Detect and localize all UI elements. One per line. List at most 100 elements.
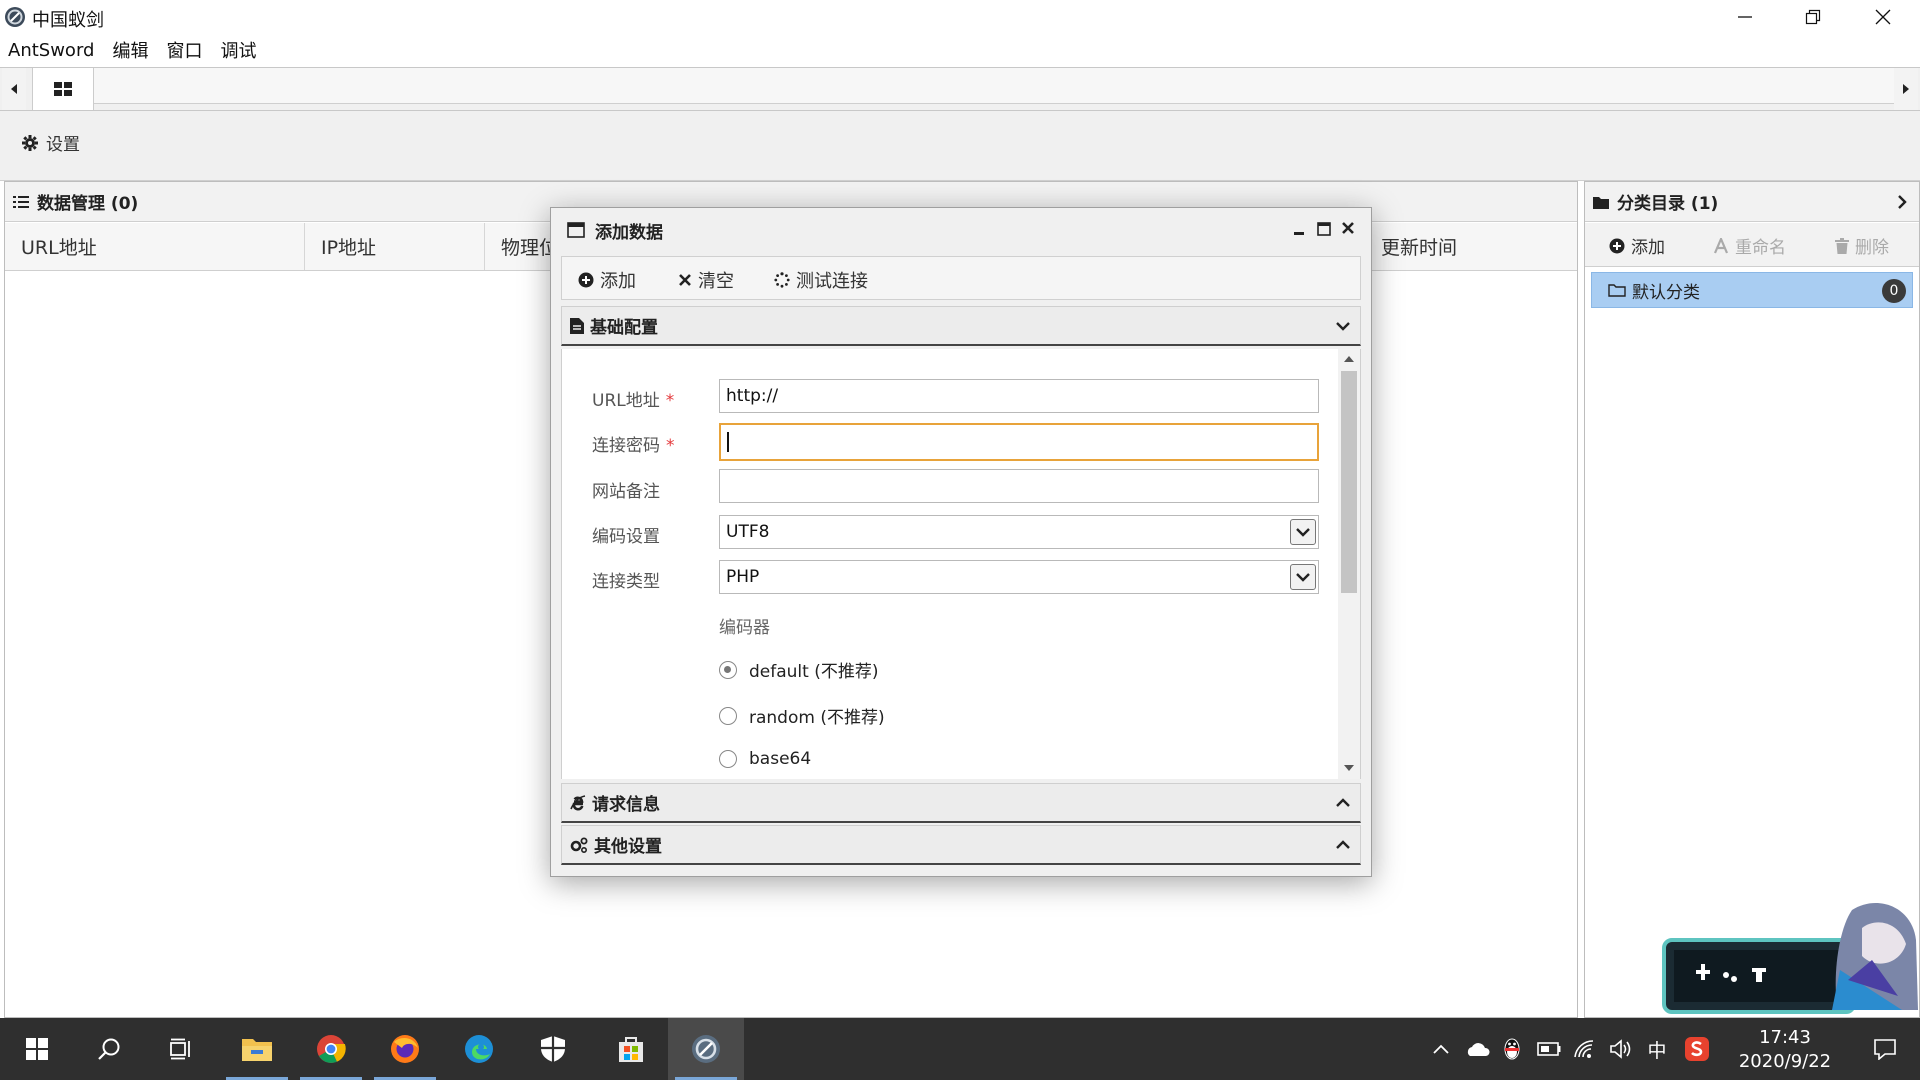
start-button[interactable]	[0, 1018, 74, 1080]
settings-button[interactable]: 设置	[22, 130, 80, 155]
taskbar-clock[interactable]: 17:43 2020/9/22	[1730, 1026, 1840, 1074]
tray-volume[interactable]	[1604, 1018, 1638, 1080]
minimize-button[interactable]	[1710, 0, 1780, 34]
chevron-right-icon[interactable]	[1897, 195, 1907, 209]
note-input[interactable]	[719, 469, 1319, 503]
radio-button[interactable]	[719, 660, 737, 679]
antsword-logo-icon	[4, 6, 26, 28]
notification-icon	[1874, 1039, 1896, 1060]
data-panel-title: 数据管理 (0)	[37, 194, 139, 214]
add-button-label: 添加	[600, 271, 636, 292]
tray-battery[interactable]	[1532, 1018, 1566, 1080]
task-view-button[interactable]	[144, 1018, 218, 1080]
clear-button[interactable]: 清空	[678, 267, 734, 293]
encoder-label: 编码器	[719, 618, 770, 638]
tab-scroll-right-button[interactable]	[1894, 68, 1918, 110]
test-connection-button[interactable]: 测试连接	[774, 267, 868, 293]
file-text-icon	[570, 317, 584, 334]
tray-sogou[interactable]	[1680, 1018, 1714, 1080]
category-panel-header: 分类目录 (1)	[1585, 182, 1919, 222]
encoder-option-random[interactable]: random (不推荐)	[719, 703, 885, 728]
column-ip[interactable]: IP地址	[305, 223, 485, 270]
close-window-button[interactable]	[1848, 0, 1918, 34]
scroll-thumb[interactable]	[1341, 371, 1357, 593]
chevron-down-icon	[1336, 322, 1350, 331]
dialog-title-bar[interactable]: 添加数据	[551, 208, 1371, 252]
encoding-dropdown-button[interactable]	[1290, 519, 1316, 545]
category-item-label: 默认分类	[1632, 282, 1700, 303]
url-label: URL地址 *	[592, 391, 675, 411]
action-center-button[interactable]	[1850, 1018, 1920, 1080]
password-input[interactable]	[719, 423, 1319, 461]
tray-qq[interactable]	[1496, 1018, 1528, 1080]
encoder-option-label: base64	[749, 749, 812, 769]
tab-home-grid[interactable]	[32, 68, 94, 110]
firefox-icon	[391, 1035, 419, 1063]
radio-button[interactable]	[719, 706, 737, 725]
form-scrollbar[interactable]	[1338, 349, 1360, 779]
basic-config-form: URL地址 * http:// 连接密码 * 网站备注 编码设置 UTF8 连接类型…	[561, 349, 1361, 779]
category-delete-button[interactable]: 删除	[1835, 233, 1889, 258]
folder-icon	[242, 1039, 272, 1061]
minimize-icon	[1738, 16, 1752, 18]
dialog-title: 添加数据	[595, 222, 663, 243]
dialog-maximize-button[interactable]	[1317, 222, 1331, 236]
minimize-icon	[1294, 232, 1304, 235]
dialog-minimize-button[interactable]	[1293, 222, 1307, 236]
taskbar-firefox[interactable]	[368, 1018, 442, 1080]
tray-overflow-button[interactable]	[1426, 1018, 1456, 1080]
tray-network[interactable]	[1568, 1018, 1602, 1080]
encoding-select[interactable]: UTF8	[719, 515, 1319, 549]
caret-right-icon	[1903, 84, 1909, 94]
url-input[interactable]: http://	[719, 379, 1319, 413]
dialog-close-button[interactable]	[1341, 221, 1355, 235]
qq-penguin-icon	[1504, 1038, 1520, 1060]
tab-scroll-left-button[interactable]	[2, 68, 26, 110]
taskbar-antsword[interactable]	[668, 1018, 744, 1080]
antsword-logo-icon	[692, 1035, 720, 1063]
text-cursor	[727, 432, 729, 452]
caret-down-icon[interactable]	[1344, 765, 1354, 772]
restore-button[interactable]	[1778, 0, 1848, 34]
section-request-info[interactable]: 请求信息	[561, 783, 1361, 823]
section-basic-config[interactable]: 基础配置	[561, 306, 1361, 346]
taskbar-store[interactable]	[594, 1018, 668, 1080]
gear-icon	[22, 134, 38, 151]
taskbar-search-button[interactable]	[72, 1018, 146, 1080]
menu-window[interactable]: 窗口	[166, 37, 202, 63]
section-other-settings[interactable]: 其他设置	[561, 825, 1361, 865]
close-icon	[1342, 222, 1354, 234]
edge-icon	[465, 1035, 493, 1063]
windows-logo-icon	[26, 1038, 48, 1060]
menu-debug[interactable]: 调试	[220, 37, 256, 63]
type-select[interactable]: PHP	[719, 560, 1319, 594]
menu-edit[interactable]: 编辑	[112, 37, 148, 63]
title-bar: 中国蚁剑	[0, 0, 1920, 34]
menu-antsword[interactable]: AntSword	[8, 40, 94, 61]
taskbar-file-explorer[interactable]	[220, 1018, 294, 1080]
category-add-button[interactable]: 添加	[1609, 233, 1665, 258]
wifi-icon	[1574, 1040, 1594, 1058]
tray-onedrive[interactable]	[1460, 1018, 1494, 1080]
add-button[interactable]: 添加	[578, 267, 636, 293]
taskbar-security[interactable]	[516, 1018, 590, 1080]
taskbar-chrome[interactable]	[294, 1018, 368, 1080]
category-rename-button[interactable]: 重命名	[1713, 233, 1786, 258]
encoding-label: 编码设置	[592, 527, 660, 547]
caret-up-icon[interactable]	[1344, 355, 1354, 362]
encoder-option-base64[interactable]: base64	[719, 749, 811, 769]
type-dropdown-button[interactable]	[1290, 564, 1316, 590]
chevron-down-icon	[1296, 528, 1310, 537]
radio-button[interactable]	[719, 750, 737, 768]
plus-circle-icon	[578, 272, 594, 288]
dialog-toolbar: 添加 清空 测试连接	[561, 256, 1361, 300]
chevron-up-icon	[1336, 840, 1350, 849]
column-url[interactable]: URL地址	[5, 223, 305, 270]
encoder-option-default[interactable]: default (不推荐)	[719, 657, 878, 682]
tray-ime-indicator[interactable]: 中	[1640, 1018, 1674, 1080]
column-update-time[interactable]: 更新时间	[1365, 223, 1577, 270]
window-title: 中国蚁剑	[32, 10, 104, 31]
category-item-default[interactable]: 默认分类 0	[1591, 272, 1913, 308]
taskbar-edge[interactable]	[442, 1018, 516, 1080]
category-panel: 分类目录 (1) 添加 重命名 删除 默认分类 0	[1584, 181, 1920, 1018]
